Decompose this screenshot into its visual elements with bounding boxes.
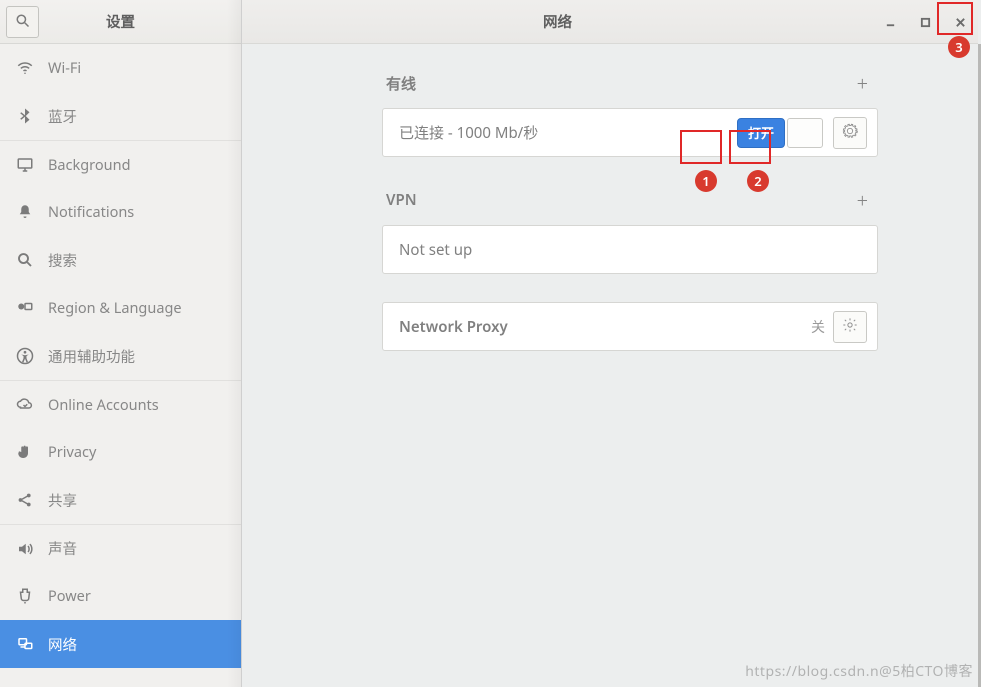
sidebar-item-online-accounts[interactable]: Online Accounts (0, 380, 241, 428)
section-vpn-head: VPN + (382, 185, 878, 215)
gear-icon (842, 316, 858, 338)
vpn-card: Not set up (382, 225, 878, 274)
window-controls (873, 0, 978, 43)
main-panel: 网络 有线 + 已连接 - 1000 Mb/秒 打开 (242, 0, 978, 687)
wired-toggle-on[interactable]: 打开 (737, 118, 785, 148)
wired-toggle-handle[interactable] (787, 118, 823, 148)
sidebar-item-wifi[interactable]: Wi-Fi (0, 44, 241, 92)
maximize-button[interactable] (908, 0, 943, 43)
section-vpn: VPN + Not set up (382, 185, 878, 274)
section-wired: 有线 + 已连接 - 1000 Mb/秒 打开 (382, 68, 878, 157)
content-area: 有线 + 已连接 - 1000 Mb/秒 打开 VPN + (242, 44, 978, 351)
sidebar-item-notifications[interactable]: Notifications (0, 188, 241, 236)
speaker-icon (16, 540, 34, 558)
maximize-icon (920, 11, 931, 33)
wired-settings-button[interactable] (833, 117, 867, 149)
sidebar-item-label: Notifications (48, 202, 134, 222)
minimize-button[interactable] (873, 0, 908, 43)
sidebar-item-label: 通用辅助功能 (48, 346, 135, 367)
wired-connection-card: 已连接 - 1000 Mb/秒 打开 (382, 108, 878, 157)
sidebar-item-label: 蓝牙 (48, 106, 77, 127)
gear-icon (842, 122, 858, 144)
add-wired-button[interactable]: + (851, 70, 874, 97)
cloud-sync-icon (16, 396, 34, 414)
proxy-title: Network Proxy (399, 317, 508, 337)
sidebar-item-sharing[interactable]: 共享 (0, 476, 241, 524)
watermark-text: https://blog.csdn.n@5柏CTO博客 (745, 661, 973, 681)
sidebar-item-label: 声音 (48, 538, 77, 559)
add-vpn-button[interactable]: + (851, 187, 874, 214)
sidebar-item-network[interactable]: 网络 (0, 620, 241, 668)
proxy-card[interactable]: Network Proxy 关 (382, 302, 878, 351)
sidebar-item-search[interactable]: 搜索 (0, 236, 241, 284)
sidebar-item-label: Online Accounts (48, 395, 159, 415)
section-wired-title: 有线 (386, 73, 416, 94)
accessibility-icon (16, 347, 34, 365)
toggle-on-label: 打开 (748, 123, 774, 142)
sidebar-item-label: Background (48, 155, 131, 175)
minimize-icon (885, 11, 896, 33)
sidebar-header: 设置 (0, 0, 241, 44)
network-icon (16, 635, 34, 653)
sidebar-item-label: Region & Language (48, 298, 182, 318)
sidebar-item-label: 共享 (48, 490, 77, 511)
sidebar-item-bluetooth[interactable]: 蓝牙 (0, 92, 241, 140)
section-wired-head: 有线 + (382, 68, 878, 98)
sidebar-item-background[interactable]: Background (0, 140, 241, 188)
sidebar-item-power[interactable]: Power (0, 572, 241, 620)
sidebar-item-sound[interactable]: 声音 (0, 524, 241, 572)
settings-sidebar: 设置 Wi-Fi 蓝牙 Background Notifications 搜索 (0, 0, 242, 687)
share-icon (16, 491, 34, 509)
sidebar-item-label: 网络 (48, 634, 77, 655)
page-title: 网络 (242, 11, 873, 32)
power-icon (16, 587, 34, 605)
wired-status-text: 已连接 - 1000 Mb/秒 (399, 122, 538, 143)
close-button[interactable] (943, 0, 978, 43)
bell-icon (16, 203, 34, 221)
proxy-state-text: 关 (811, 317, 825, 337)
search-icon (15, 11, 30, 33)
section-proxy: Network Proxy 关 (382, 302, 878, 351)
sidebar-item-label: Privacy (48, 442, 96, 462)
proxy-settings-button[interactable] (833, 311, 867, 343)
sidebar-item-region[interactable]: Region & Language (0, 284, 241, 332)
hand-icon (16, 443, 34, 461)
region-icon (16, 299, 34, 317)
desktop-icon (16, 156, 34, 174)
titlebar: 网络 (242, 0, 978, 44)
wifi-icon (16, 59, 34, 77)
sidebar-item-privacy[interactable]: Privacy (0, 428, 241, 476)
vpn-status-text: Not set up (399, 240, 472, 260)
sidebar-nav: Wi-Fi 蓝牙 Background Notifications 搜索 Reg… (0, 44, 241, 668)
sidebar-item-label: 搜索 (48, 250, 77, 271)
bluetooth-icon (16, 107, 34, 125)
section-vpn-title: VPN (386, 190, 417, 210)
close-icon (955, 11, 966, 33)
search-button[interactable] (6, 6, 39, 38)
sidebar-item-accessibility[interactable]: 通用辅助功能 (0, 332, 241, 380)
sidebar-item-label: Wi-Fi (48, 58, 81, 78)
search-icon (16, 251, 34, 269)
sidebar-item-label: Power (48, 586, 91, 606)
